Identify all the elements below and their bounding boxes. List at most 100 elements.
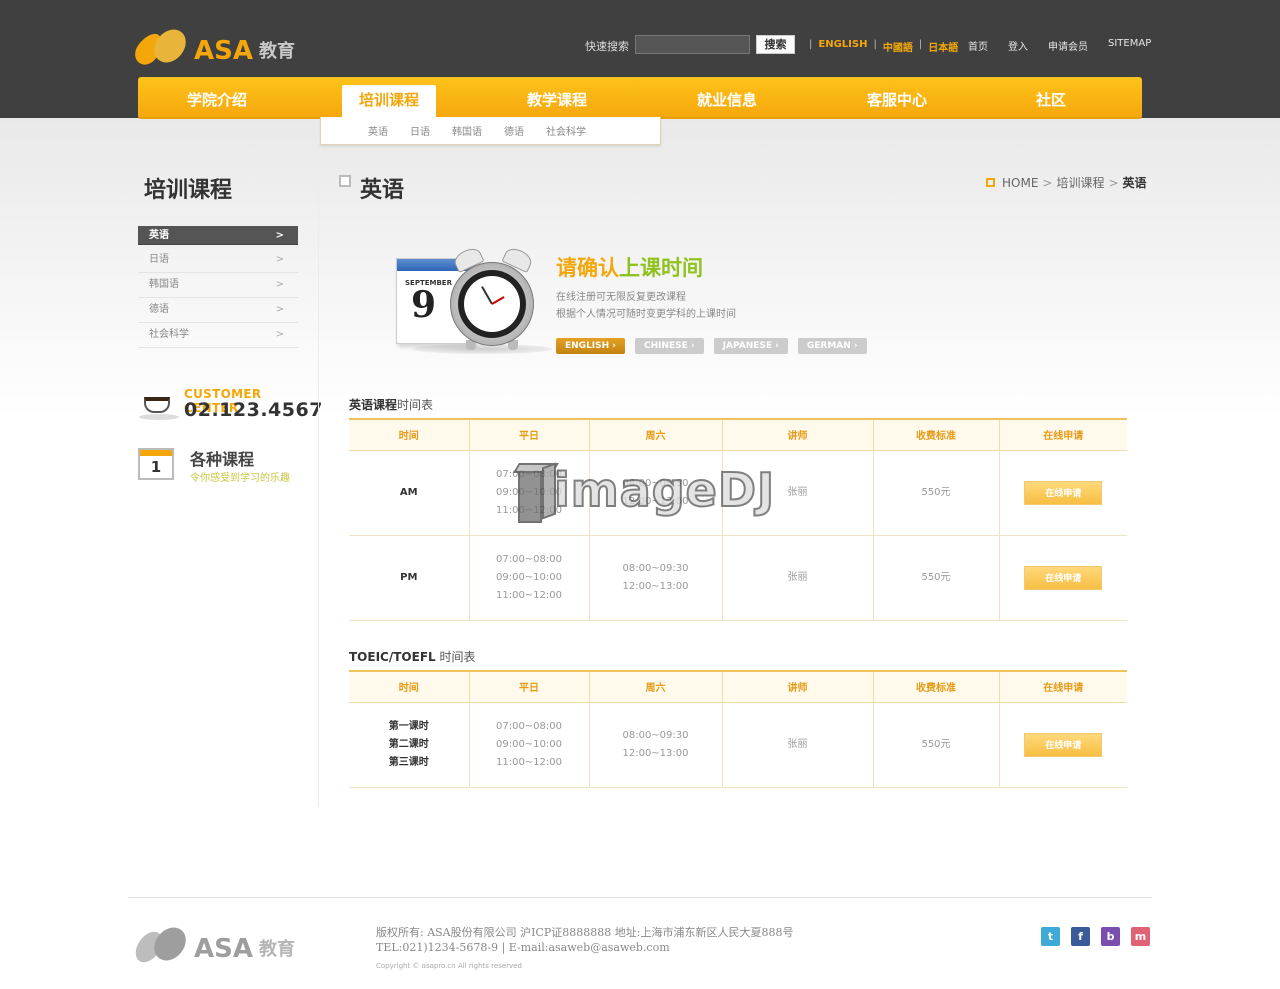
customer-center: CUSTOMER CENTER 02.123.4567 (138, 383, 322, 427)
alarm-clock-icon (442, 244, 542, 350)
saturday-cell: 08:00~09:30 12:00~13:00 (588, 702, 722, 788)
courses-banner-title: 各种课程 (190, 450, 255, 469)
chevron-right-icon: > (275, 230, 284, 241)
nav-item-service[interactable]: 客服中心 (867, 89, 927, 110)
apply-cell: 在线申请 (998, 702, 1127, 788)
subnav-german[interactable]: 德语 (504, 123, 524, 138)
breadcrumb-training[interactable]: 培训课程 (1056, 174, 1104, 191)
sidebar-item-social-science[interactable]: 社会科学 > (138, 323, 298, 348)
japanese-button[interactable]: JAPANESE › (713, 338, 788, 354)
sidebar-item-label: 日语 (149, 254, 169, 265)
breadcrumb-current: 英语 (1122, 176, 1147, 190)
nav-item-training[interactable]: 培训课程 (342, 85, 436, 120)
col-header-fee: 收费标准 (872, 670, 999, 703)
separator: | (809, 39, 813, 50)
toeic-schedule-table: 时间 平日 周六 讲师 收费标准 在线申请 第一课时 第二课时 第三课时 07:00… (349, 670, 1127, 788)
subnav-social-science[interactable]: 社会科学 (546, 123, 586, 138)
table-title-english: 英语课程时间表 (349, 398, 434, 412)
separator: | (873, 39, 877, 50)
chinese-button[interactable]: CHINESE › (635, 338, 704, 354)
sidebar-item-korean[interactable]: 韩国语 > (138, 273, 298, 298)
util-login-link[interactable]: 登入 (1008, 38, 1028, 53)
sidebar-item-english[interactable]: 英语 > (138, 226, 298, 245)
nav-item-label: 培训课程 (358, 91, 419, 109)
period-cell: AM (349, 450, 469, 536)
sidebar-item-label: 韩国语 (149, 279, 179, 290)
search-button[interactable]: 搜索 (756, 35, 795, 54)
sidebar-item-japanese[interactable]: 日语 > (138, 248, 298, 273)
english-button[interactable]: ENGLISH › (556, 338, 626, 354)
chevron-right-icon: > (275, 329, 284, 340)
subnav-english[interactable]: 英语 (368, 123, 388, 138)
col-header-teacher: 讲师 (721, 670, 873, 703)
subnav-japanese[interactable]: 日语 (410, 123, 430, 138)
nav-item-teaching[interactable]: 教学课程 (527, 89, 587, 110)
logo-name: ASA (194, 36, 253, 66)
nav-item-community[interactable]: 社区 (1036, 89, 1066, 110)
fee-cell: 550元 (872, 702, 999, 788)
courses-banner[interactable]: 1 各种课程 令你感受到学习的乐趣 (138, 446, 313, 486)
sub-nav: 英语 日语 韩国语 德语 社会科学 (320, 117, 661, 145)
nav-item-jobs[interactable]: 就业信息 (697, 89, 757, 110)
util-join-link[interactable]: 申请会员 (1048, 38, 1088, 53)
col-header-teacher: 讲师 (721, 418, 873, 451)
lang-japanese[interactable]: 日本語 (928, 39, 958, 54)
util-home-link[interactable]: 首页 (968, 38, 988, 53)
col-header-time: 时间 (349, 670, 469, 703)
footer-logo: ASA 教育 (130, 921, 295, 968)
language-links: | ENGLISH | 中國語 | 日本語 (803, 39, 958, 54)
apply-online-button[interactable]: 在线申请 (1024, 480, 1103, 505)
me2day-icon[interactable]: m (1131, 927, 1150, 946)
search-label: 快速搜索 (585, 40, 629, 53)
subnav-korean[interactable]: 韩国语 (452, 123, 482, 138)
logo-leaf-icon (130, 921, 193, 968)
courses-banner-subtitle: 令你感受到学习的乐趣 (190, 473, 290, 484)
footer-info: 版权所有: ASA股份有限公司 沪ICP证8888888 地址:上海市浦东新区人… (376, 926, 794, 954)
col-header-fee: 收费标准 (872, 418, 999, 451)
promo-description: 在线注册可无限反复更改课程 根据个人情况可随时变更学科的上课时间 (556, 292, 736, 320)
main-nav: 学院介绍 培训课程 教学课程 就业信息 客服中心 社区 (138, 77, 1142, 120)
sidebar-item-label: 社会科学 (149, 329, 189, 340)
twitter-icon[interactable]: t (1041, 927, 1060, 946)
lang-chinese[interactable]: 中國語 (883, 39, 913, 54)
lang-english[interactable]: ENGLISH (818, 39, 867, 54)
col-header-apply: 在线申请 (998, 670, 1127, 703)
facebook-icon[interactable]: f (1071, 927, 1090, 946)
apply-online-button[interactable]: 在线申请 (1024, 565, 1103, 590)
teacher-cell: 张丽 (721, 702, 873, 788)
table-row: PM 07:00~08:00 09:00~10:00 11:00~12:00 08:… (349, 535, 1127, 621)
breadcrumb-home[interactable]: HOME (1002, 176, 1038, 190)
chevron-right-icon: > (275, 254, 284, 265)
blog-icon[interactable]: b (1101, 927, 1120, 946)
weekday-cell: 07:00~08:0009:00~10:0011:00~12:00 (468, 702, 589, 788)
table-title-toeic: TOEIC/TOEFL 时间表 (349, 650, 476, 664)
german-button[interactable]: GERMAN › (797, 338, 867, 354)
divider (318, 147, 319, 807)
page-title: 英语 (360, 178, 405, 203)
sidebar-item-german[interactable]: 德语 > (138, 298, 298, 323)
period-cell: PM (349, 535, 469, 621)
home-icon (986, 178, 995, 187)
apply-online-button[interactable]: 在线申请 (1024, 732, 1103, 757)
watermark: imageDJ (512, 461, 775, 527)
footer-copyright: Copyright © asapro.cn All rights reserve… (376, 962, 522, 970)
sidebar-item-label: 德语 (149, 304, 169, 315)
search-input[interactable] (635, 35, 750, 54)
brand-logo[interactable]: ASA 教育 (130, 23, 295, 70)
breadcrumb: HOME > 培训课程 > 英语 (986, 174, 1147, 191)
chevron-right-icon: > (275, 279, 284, 290)
footer-divider (128, 897, 1152, 898)
social-links: t f b m (1041, 927, 1150, 946)
promo-title: 请确认上课时间 (556, 256, 703, 280)
chevron-right-icon: > (275, 304, 284, 315)
sidebar-menu: 英语 > 日语 > 韩国语 > 德语 > 社会科学 > (138, 226, 298, 348)
customer-center-phone: 02.123.4567 (184, 399, 323, 421)
separator: | (918, 39, 923, 50)
col-header-time: 时间 (349, 418, 469, 451)
coffee-cup-icon (139, 387, 179, 420)
nav-item-about[interactable]: 学院介绍 (187, 89, 247, 110)
weekday-cell: 07:00~08:0009:00~10:0011:00~12:00 (468, 535, 589, 621)
sidebar-item-label: 英语 (149, 230, 169, 241)
util-sitemap-link[interactable]: SITEMAP (1108, 38, 1151, 53)
apply-cell: 在线申请 (998, 450, 1127, 536)
